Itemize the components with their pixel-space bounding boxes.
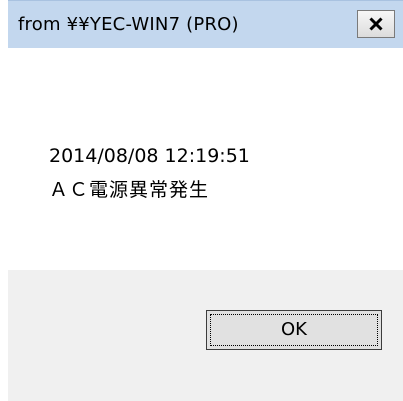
- dialog-titlebar[interactable]: from ¥¥YEC-WIN7 (PRO): [8, 0, 403, 48]
- message-text: ＡＣ電源異常発生: [49, 179, 210, 201]
- ok-button-label: OK: [281, 319, 307, 340]
- close-button[interactable]: [357, 10, 395, 38]
- dialog-title: from ¥¥YEC-WIN7 (PRO): [18, 14, 239, 35]
- dialog-button-area: OK: [8, 270, 403, 401]
- dialog-message-area: 2014/08/08 12:19:51 ＡＣ電源異常発生: [8, 48, 403, 270]
- message-dialog: from ¥¥YEC-WIN7 (PRO) 2014/08/08 12:19:5…: [8, 0, 403, 401]
- ok-button[interactable]: OK: [206, 310, 382, 350]
- close-icon: [369, 17, 383, 31]
- message-timestamp: 2014/08/08 12:19:51: [49, 145, 250, 167]
